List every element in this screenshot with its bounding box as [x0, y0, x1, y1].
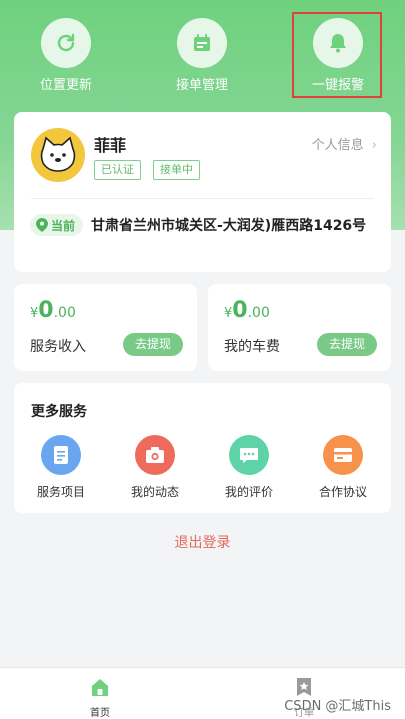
location-update-label: 位置更新	[39, 78, 92, 93]
service-income-card: ¥0.00 服务收入 去提现	[14, 284, 197, 371]
services-title: 更多服务	[31, 404, 87, 420]
highlight-box	[292, 12, 382, 98]
car-fee-amount: ¥0.00	[224, 298, 270, 323]
order-management-label: 接单管理	[175, 78, 228, 93]
cat-avatar-icon	[40, 136, 76, 172]
chevron-right-icon: ›	[371, 138, 377, 153]
service-items-icon-bg	[41, 435, 81, 475]
personal-info-label: 个人信息	[311, 138, 364, 153]
calendar-icon	[194, 34, 210, 51]
cooperation-agreement-label: 合作协议	[318, 485, 367, 499]
cooperation-agreement-button[interactable]: 合作协议	[303, 435, 383, 500]
card-icon	[334, 448, 352, 462]
watermark: CSDN @汇城This	[284, 699, 391, 714]
amount-decimal: .00	[247, 305, 270, 321]
refresh-icon	[57, 33, 75, 52]
profile-card: 菲菲 已认证 接单中 个人信息 › 当前 甘肃省兰州市城关区-大润发)雁西路14…	[14, 112, 391, 272]
nav-home[interactable]: 首页	[70, 676, 130, 719]
location-pin-icon	[36, 218, 48, 232]
home-icon	[92, 679, 108, 696]
service-items-label: 服务项目	[36, 485, 85, 499]
my-reviews-button[interactable]: 我的评价	[209, 435, 289, 500]
accepting-orders-tag: 接单中	[153, 160, 200, 180]
order-management-circle	[177, 18, 227, 68]
order-management-button[interactable]: 接单管理	[152, 18, 252, 93]
document-icon	[54, 446, 68, 464]
current-location-label: 当前	[51, 218, 76, 233]
divider	[31, 198, 374, 199]
chat-icon	[240, 448, 258, 463]
more-services-card: 更多服务 服务项目 我的动态 我的评价 合作协议	[14, 383, 391, 513]
service-income-withdraw-button[interactable]: 去提现	[123, 333, 183, 356]
service-items-button[interactable]: 服务项目	[21, 435, 101, 500]
my-moments-button[interactable]: 我的动态	[115, 435, 195, 500]
current-address: 甘肃省兰州市城关区-大润发)雁西路1426号	[91, 218, 367, 234]
amount-integer: 0	[38, 298, 54, 323]
location-update-circle	[41, 18, 91, 68]
car-fee-withdraw-button[interactable]: 去提现	[317, 333, 377, 356]
personal-info-link[interactable]: 个人信息 ›	[312, 134, 377, 153]
nav-home-label: 首页	[90, 708, 110, 719]
logout-button[interactable]: 退出登录	[0, 532, 405, 552]
car-fee-card: ¥0.00 我的车费 去提现	[208, 284, 391, 371]
service-income-label: 服务收入	[30, 339, 86, 355]
cooperation-agreement-icon-bg	[323, 435, 363, 475]
user-name: 菲菲	[94, 136, 127, 155]
service-income-amount: ¥0.00	[30, 298, 76, 323]
avatar[interactable]	[31, 128, 85, 182]
my-reviews-icon-bg	[229, 435, 269, 475]
camera-icon	[146, 447, 164, 463]
current-location-pill: 当前	[30, 214, 84, 236]
verified-tag: 已认证	[94, 160, 141, 180]
my-moments-icon-bg	[135, 435, 175, 475]
amount-decimal: .00	[53, 305, 76, 321]
my-reviews-label: 我的评价	[224, 485, 273, 499]
my-moments-label: 我的动态	[130, 485, 179, 499]
car-fee-label: 我的车费	[224, 339, 280, 355]
location-update-button[interactable]: 位置更新	[16, 18, 116, 93]
amount-integer: 0	[232, 298, 248, 323]
